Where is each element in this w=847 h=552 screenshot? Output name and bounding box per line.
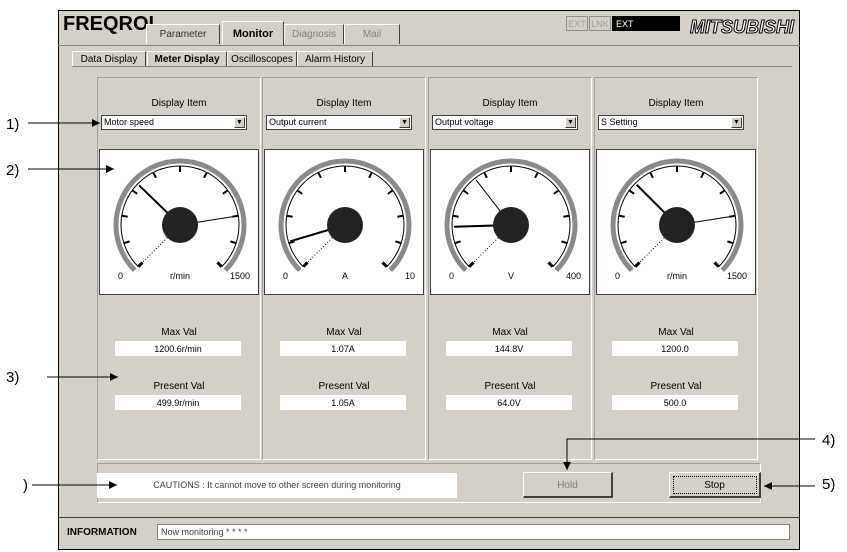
callout-arrows xyxy=(28,119,815,490)
callout-4-arrow xyxy=(563,438,815,470)
